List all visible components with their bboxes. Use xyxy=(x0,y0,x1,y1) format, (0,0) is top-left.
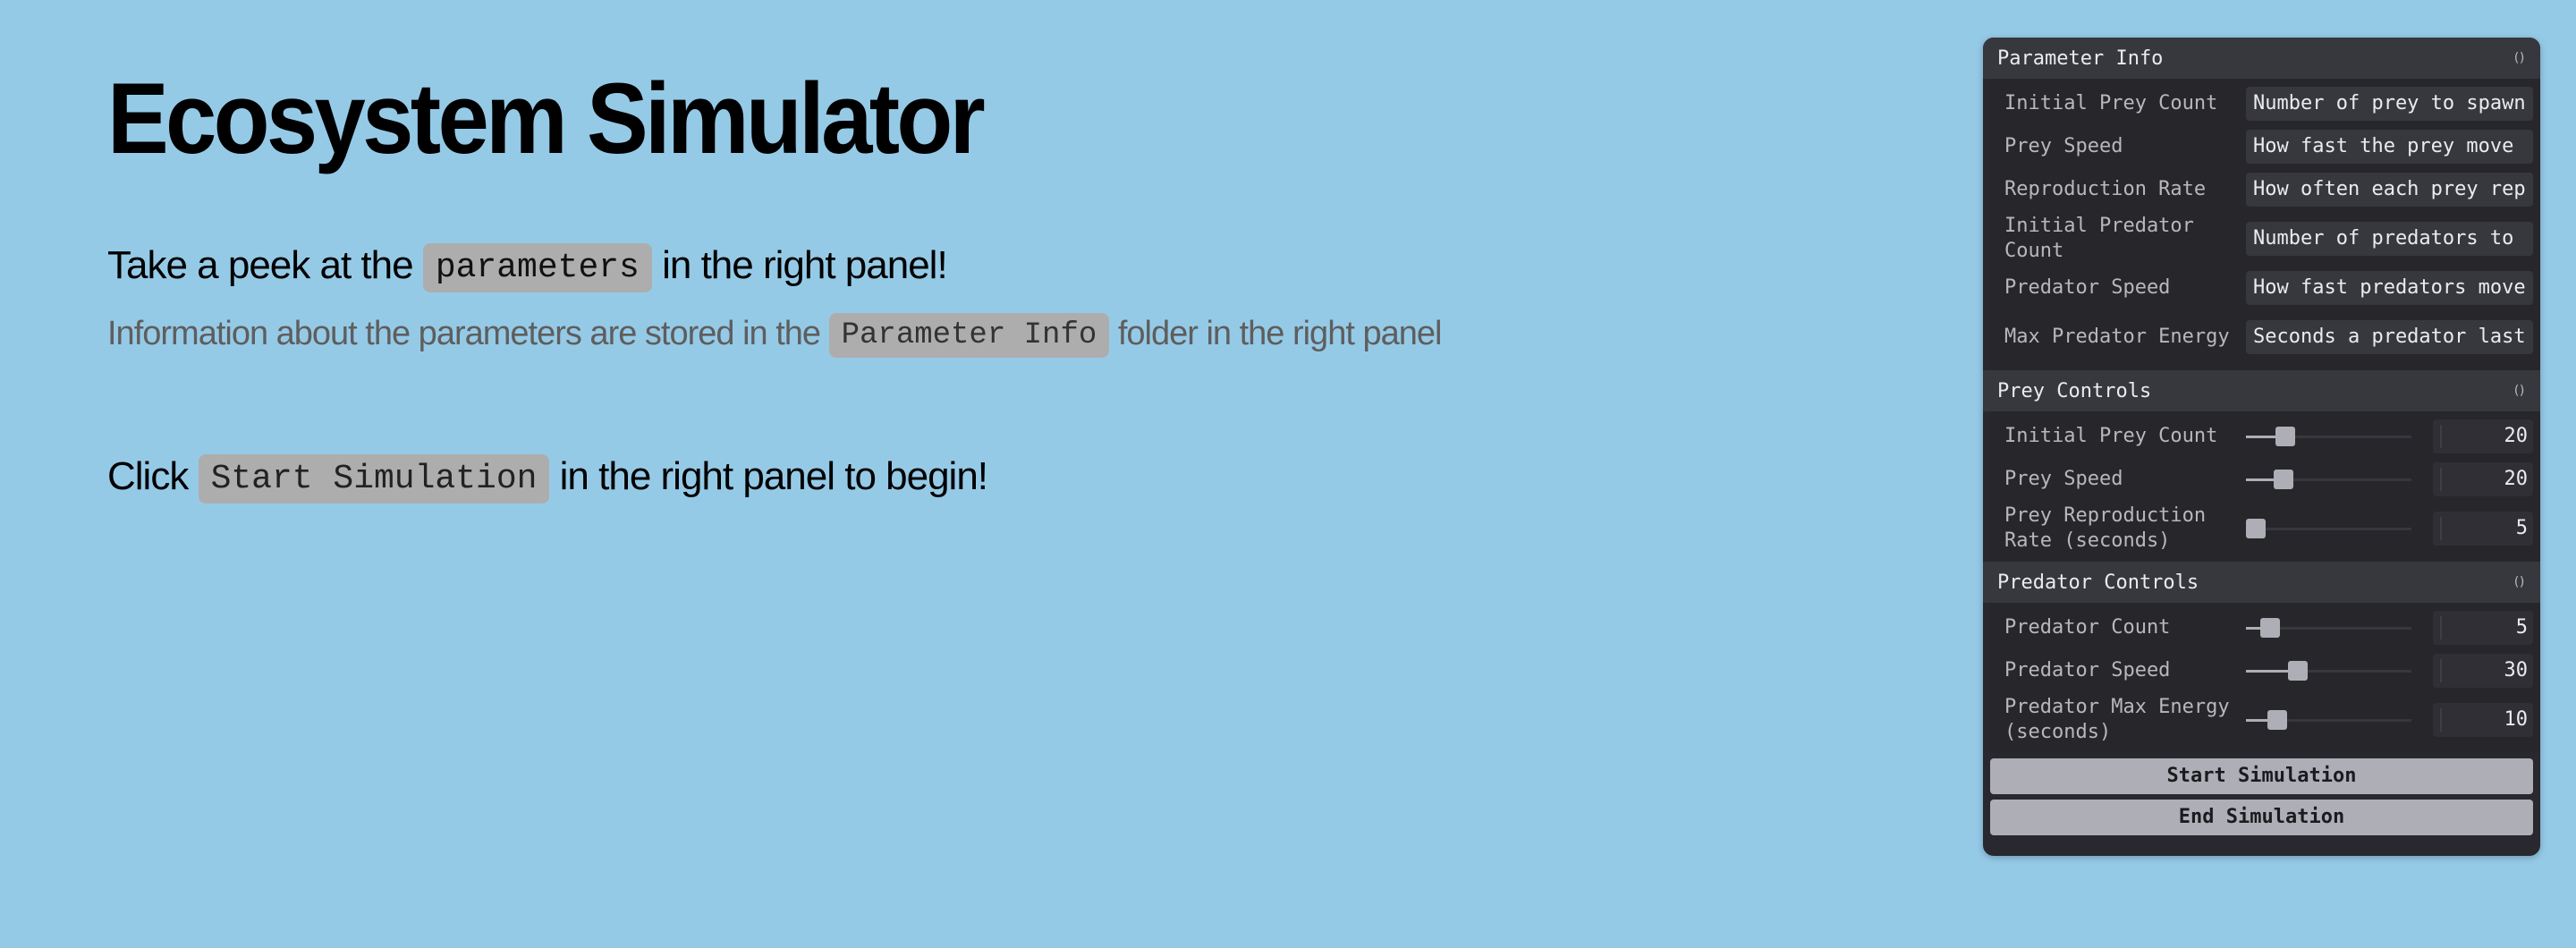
slider-row: Predator Count 5 xyxy=(1990,606,2540,649)
param-description-field[interactable]: Number of prey to spawn xyxy=(2246,87,2533,121)
param-info-row: Max Predator Energy Seconds a predator la… xyxy=(1990,309,2540,365)
slider[interactable] xyxy=(2246,419,2411,453)
param-description-field[interactable]: How often each prey rep xyxy=(2246,173,2533,207)
number-input[interactable]: 30 xyxy=(2433,654,2533,688)
folder-title: Predator Controls xyxy=(1997,571,2199,594)
folder-title: Prey Controls xyxy=(1997,379,2152,402)
slider-row: Initial Prey Count 20 xyxy=(1990,415,2540,458)
code-chip: Parameter Info xyxy=(828,313,1110,358)
slider-thumb[interactable] xyxy=(2246,519,2266,538)
param-info-row: Predator Speed How fast predators move xyxy=(1990,267,2540,309)
collapse-icon[interactable]: () xyxy=(2512,575,2526,589)
parameter-info-folder: Initial Prey Count Number of prey to spaw… xyxy=(1990,79,2540,370)
slider-label: Predator Count xyxy=(2004,616,2171,639)
code-chip: Start Simulation xyxy=(198,454,550,504)
slider-fill xyxy=(2246,478,2277,481)
slider[interactable] xyxy=(2246,703,2411,737)
text: in the right panel! xyxy=(662,243,948,288)
slider-fill xyxy=(2246,670,2292,673)
param-info-row: Initial Predator Count Number of predator… xyxy=(1990,211,2540,267)
slider-label: Prey Speed xyxy=(2004,468,2123,490)
code-chip: parameters xyxy=(422,243,652,292)
number-input[interactable]: 10 xyxy=(2433,703,2533,737)
slider-fill xyxy=(2246,436,2279,438)
instruction-parameters: Take a peek at the parameters in the rig… xyxy=(107,243,948,292)
instruction-start: Click Start Simulation in the right pane… xyxy=(107,454,988,504)
control-panel: Parameter Info () Initial Prey Count Numb… xyxy=(1983,38,2540,856)
slider-row: Predator Max Energy (seconds) 10 xyxy=(1990,692,2540,748)
folder-header-predator-controls[interactable]: Predator Controls () xyxy=(1983,562,2540,603)
param-label: Initial Predator Count xyxy=(2004,215,2194,262)
slider-thumb[interactable] xyxy=(2288,661,2309,681)
folder-title: Parameter Info xyxy=(1997,47,2164,70)
slider-thumb[interactable] xyxy=(2267,710,2288,730)
text: Take a peek at the xyxy=(107,243,414,288)
prey-controls-folder: Initial Prey Count 20 Prey Speed 20 Prey Rep… xyxy=(1990,411,2540,562)
param-label: Reproduction Rate xyxy=(2004,178,2207,200)
text: in the right panel to begin! xyxy=(559,454,988,499)
text: Click xyxy=(107,454,189,499)
folder-header-prey-controls[interactable]: Prey Controls () xyxy=(1983,370,2540,411)
predator-controls-folder: Predator Count 5 Predator Speed 30 Predator … xyxy=(1990,603,2540,753)
param-info-row: Initial Prey Count Number of prey to spaw… xyxy=(1990,82,2540,125)
folder-header-parameter-info[interactable]: Parameter Info () xyxy=(1983,38,2540,79)
param-label: Predator Speed xyxy=(2004,276,2171,299)
slider[interactable] xyxy=(2246,512,2411,546)
collapse-icon[interactable]: () xyxy=(2512,51,2526,65)
slider-thumb[interactable] xyxy=(2260,618,2281,638)
param-description-field[interactable]: How fast predators move xyxy=(2246,271,2533,305)
slider-label: Prey Reproduction Rate (seconds) xyxy=(2004,504,2207,552)
slider-thumb[interactable] xyxy=(2275,427,2295,446)
number-input[interactable]: 5 xyxy=(2433,512,2533,546)
end-simulation-button[interactable]: End Simulation xyxy=(1990,800,2533,835)
param-description-field[interactable]: How fast the prey move xyxy=(2246,130,2533,164)
param-info-row: Prey Speed How fast the prey move xyxy=(1990,125,2540,168)
slider[interactable] xyxy=(2246,462,2411,496)
param-label: Initial Prey Count xyxy=(2004,92,2218,114)
param-info-row: Reproduction Rate How often each prey rep xyxy=(1990,168,2540,211)
slider-row: Predator Speed 30 xyxy=(1990,649,2540,692)
instruction-parameter-info: Information about the parameters are sto… xyxy=(107,313,1443,358)
slider-label: Predator Speed xyxy=(2004,659,2171,681)
param-label: Prey Speed xyxy=(2004,135,2123,157)
number-input[interactable]: 20 xyxy=(2433,462,2533,496)
slider[interactable] xyxy=(2246,611,2411,645)
param-description-field[interactable]: Number of predators to xyxy=(2246,222,2533,256)
text: folder in the right panel xyxy=(1117,315,1443,353)
slider[interactable] xyxy=(2246,654,2411,688)
slider-row: Prey Reproduction Rate (seconds) 5 xyxy=(1990,501,2540,556)
slider-thumb[interactable] xyxy=(2273,470,2293,489)
collapse-icon[interactable]: () xyxy=(2512,384,2526,398)
slider-label: Predator Max Energy (seconds) xyxy=(2004,696,2230,743)
slider-track[interactable] xyxy=(2246,528,2411,530)
param-label: Max Predator Energy xyxy=(2004,326,2230,348)
number-input[interactable]: 20 xyxy=(2433,419,2533,453)
page-title: Ecosystem Simulator xyxy=(107,63,986,174)
text: Information about the parameters are sto… xyxy=(107,315,821,353)
param-description-field[interactable]: Seconds a predator last xyxy=(2246,320,2533,354)
number-input[interactable]: 5 xyxy=(2433,611,2533,645)
start-simulation-button[interactable]: Start Simulation xyxy=(1990,758,2533,794)
slider-row: Prey Speed 20 xyxy=(1990,458,2540,501)
slider-label: Initial Prey Count xyxy=(2004,425,2218,447)
